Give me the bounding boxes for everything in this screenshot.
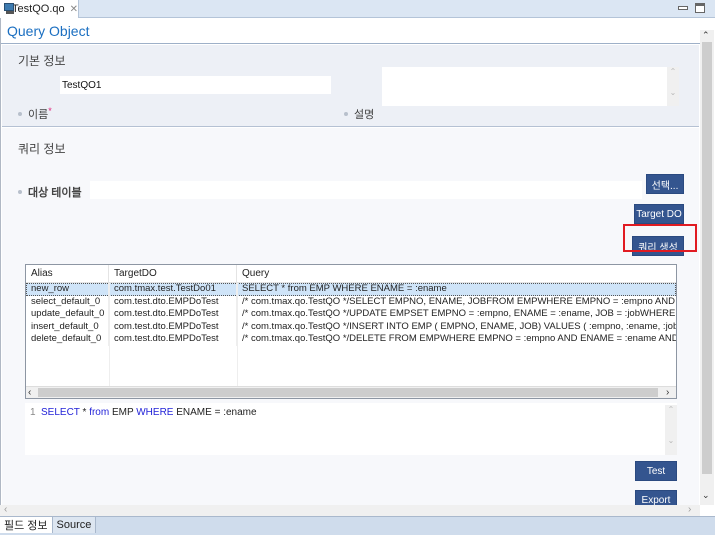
cell-query: /* com.tmax.qo.TestQO */SELECT EMPNO, EN… [242,295,676,307]
editor-tab-bar: TestQO.qo ✕ [0,0,715,18]
scroll-left-icon[interactable]: ‹ [28,387,31,398]
query-info-title: 쿼리 정보 [18,142,66,156]
sql-text: ENAME = :ename [173,407,257,418]
cell-alias: delete_default_0 [26,333,109,346]
sql-keyword: SELECT [41,407,80,418]
column-header-targetdo[interactable]: TargetDO [109,265,237,282]
title-bar: Query Object [1,18,700,44]
target-do-button[interactable]: Target DO [634,204,684,224]
cell-alias: insert_default_0 [26,320,109,333]
line-number: 1 [30,407,36,418]
scroll-down-icon[interactable]: ⌄ [702,490,710,501]
sql-keyword: WHERE [136,407,174,418]
cell-targetdo: com.test.dto.EMPDoTest [109,333,237,346]
cell-query: /* com.tmax.qo.TestQO */INSERT INTO EMP … [242,320,676,332]
scrollbar-thumb[interactable] [702,42,712,474]
grid-horizontal-scrollbar[interactable]: ‹ › [26,386,676,398]
scroll-right-icon[interactable]: › [666,387,669,398]
highlight-box [623,224,697,252]
editor-tab-label: TestQO.qo [12,3,65,15]
cell-query: SELECT * from EMP WHERE ENAME = :ename [242,283,447,294]
column-header-alias[interactable]: Alias [26,265,109,282]
bullet-icon [18,112,22,116]
editor-scrollbar[interactable]: ⌃ ⌄ [665,405,677,455]
query-editor[interactable]: 1 SELECT * from EMP WHERE ENAME = :ename [25,403,677,455]
table-row[interactable]: new_row com.tmax.test.TestDo01 SELECT * fr… [26,283,676,296]
table-row[interactable]: select_default_0 com.test.dto.EMPDoTest /*… [26,295,676,308]
cell-alias: select_default_0 [26,295,109,308]
grid-body: new_row com.tmax.test.TestDo01 SELECT * fr… [26,283,676,386]
bottom-tab-1[interactable]: Source [51,517,97,533]
bottom-tab-bar: 필드 정보 Source [0,516,715,535]
description-textarea[interactable] [382,67,667,106]
page-title: Query Object [7,22,90,39]
cell-alias: update_default_0 [26,308,109,321]
name-label: 이름* [18,106,52,122]
bullet-icon [18,190,22,194]
scroll-left-icon[interactable]: ‹ [4,504,7,515]
editor-horizontal-scrollbar[interactable]: ‹ › [0,504,700,516]
editor-vertical-scrollbar[interactable]: ⌃ ⌄ [700,30,714,505]
cell-query: /* com.tmax.qo.TestQO */DELETE FROM EMPW… [242,333,676,344]
description-label: 설명 [344,106,374,122]
name-input[interactable] [60,76,331,94]
scrollbar-thumb[interactable] [38,388,658,397]
close-icon[interactable]: ✕ [70,4,78,15]
cell-query: /* com.tmax.qo.TestQO */UPDATE EMPSET EM… [242,308,676,319]
minimize-icon[interactable] [677,3,688,13]
sql-keyword: from [89,407,110,418]
required-mark: * [48,106,52,116]
test-button[interactable]: Test [635,461,677,481]
scroll-up-icon[interactable]: ⌃ [665,405,677,414]
basic-info-title: 기본 정보 [18,54,66,68]
description-scrollbar[interactable]: ⌃ ⌄ [667,67,679,106]
table-row[interactable]: delete_default_0 com.test.dto.EMPDoTest /*… [26,333,676,346]
sql-text: * [79,407,90,418]
query-grid: Alias TargetDO Query new_row com.tmax.tes… [25,264,677,399]
query-object-editor: Query Object 기본 정보 이름* 설명 ⌃ ⌄ 쿼리 정보 대상 테… [0,18,700,516]
cell-targetdo: com.test.dto.EMPDoTest [109,320,237,333]
cell-alias: new_row [26,283,109,296]
table-row[interactable]: update_default_0 com.test.dto.EMPDoTest /*… [26,308,676,321]
bottom-tab-0[interactable]: 필드 정보 [0,517,52,533]
sql-text: EMP [109,407,137,418]
query-object-file-icon [3,3,14,15]
scroll-up-icon[interactable]: ⌃ [702,30,710,41]
cell-targetdo: com.test.dto.EMPDoTest [109,308,237,321]
cell-targetdo: com.test.dto.EMPDoTest [109,295,237,308]
table-row[interactable]: insert_default_0 com.test.dto.EMPDoTest /*… [26,320,676,333]
bullet-icon [344,112,348,116]
grid-header: Alias TargetDO Query [26,265,676,283]
code-line[interactable]: SELECT * from EMP WHERE ENAME = :ename [41,407,257,418]
editor-tab[interactable]: TestQO.qo ✕ [0,0,79,18]
maximize-icon[interactable] [695,3,705,13]
scroll-up-icon[interactable]: ⌃ [667,67,679,76]
scroll-down-icon[interactable]: ⌄ [665,436,677,445]
column-header-query[interactable]: Query [237,265,676,282]
select-table-button[interactable]: 선택... [646,174,684,194]
scroll-down-icon[interactable]: ⌄ [667,88,679,97]
scroll-right-icon[interactable]: › [688,504,691,515]
cell-targetdo: com.tmax.test.TestDo01 [109,283,237,296]
target-table-input[interactable] [90,181,642,199]
target-table-label: 대상 테이블 [18,184,82,200]
